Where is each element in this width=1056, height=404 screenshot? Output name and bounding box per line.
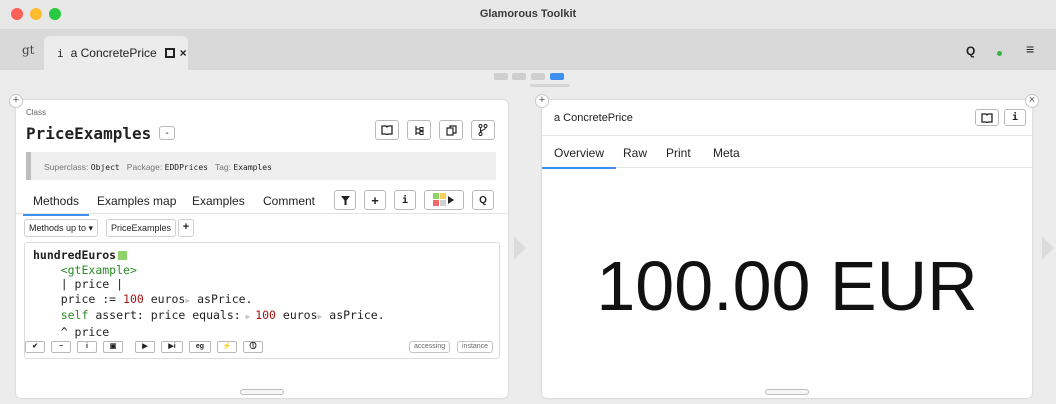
tab-concrete-price[interactable]: i a ConcretePrice × <box>44 36 188 70</box>
class-name: PriceExamples <box>26 124 152 143</box>
expand-right-arrow-icon[interactable] <box>1042 236 1054 260</box>
add-filter-icon[interactable]: + <box>178 219 194 237</box>
tag-value[interactable]: Examples <box>233 163 272 172</box>
tab-examples[interactable]: Examples <box>192 194 245 208</box>
tab-examples-map[interactable]: Examples map <box>97 194 176 208</box>
code-message: asPrice. <box>322 308 385 322</box>
pragma: <gtExample> <box>60 262 137 277</box>
tab-raw[interactable]: Raw <box>623 146 647 160</box>
inspect-icon[interactable]: i <box>77 341 97 353</box>
expand-icon[interactable]: ▶ <box>241 312 255 321</box>
package-value[interactable]: EDDPrices <box>165 163 208 172</box>
code-number: 100 <box>123 291 144 306</box>
hierarchy-icon[interactable] <box>407 120 431 140</box>
side-badge[interactable]: instance <box>457 341 494 353</box>
close-tab-icon[interactable]: × <box>180 46 187 60</box>
remove-icon[interactable]: − <box>51 341 71 353</box>
maximize-tab-icon[interactable] <box>164 48 175 58</box>
method-toolbar: ✔ − i ▣ ▶ ▶i eg ⚡ ⓵ accessing instance <box>25 341 501 355</box>
add-pane-left-icon[interactable]: + <box>9 94 23 108</box>
resize-handle-left[interactable] <box>240 389 284 395</box>
add-method-icon[interactable]: + <box>364 190 386 210</box>
book-icon[interactable] <box>975 109 999 126</box>
tab-print[interactable]: Print <box>666 146 691 160</box>
code-unit: euros <box>143 291 186 306</box>
code-assert: assert: price equals: <box>88 308 241 322</box>
expand-right-arrow-icon[interactable] <box>514 236 526 260</box>
run-icon[interactable]: ▶ <box>135 341 155 353</box>
example-status-icon[interactable] <box>118 251 128 260</box>
window-titlebar: Glamorous Toolkit <box>0 0 1056 30</box>
superclass-label: Superclass: <box>44 162 89 172</box>
git-branch-icon[interactable] <box>471 120 495 140</box>
tab-overview[interactable]: Overview <box>542 146 617 169</box>
class-info-bar: Superclass: Object Package: EDDPrices Ta… <box>26 152 496 180</box>
info-icon[interactable]: i <box>1004 109 1026 126</box>
copy-icon[interactable] <box>439 120 463 140</box>
close-pane-icon[interactable]: × <box>1025 94 1039 108</box>
kind-label: Class <box>26 108 47 117</box>
pager-page-1[interactable] <box>494 73 508 80</box>
object-title: a ConcretePrice <box>554 112 633 124</box>
menu-icon[interactable]: ≡ <box>1026 41 1034 57</box>
filter-icon[interactable] <box>334 190 356 210</box>
debug-icon[interactable]: ⚡ <box>217 341 237 353</box>
code-assign: price := <box>60 291 124 306</box>
methods-up-to-dropdown[interactable]: Methods up to ▾ <box>24 219 99 237</box>
code-self: self <box>60 308 89 322</box>
temporaries: | price | <box>60 277 124 291</box>
tab-label: a ConcretePrice <box>70 46 157 60</box>
tab-bar: gt i a ConcretePrice × Q ≡ <box>0 30 1056 70</box>
pager-page-4[interactable] <box>550 73 564 80</box>
method-editor[interactable]: hundredEuros <gtExample> | price | price… <box>24 242 500 359</box>
inspector-tabs: Overview Raw Print Meta <box>542 135 1032 169</box>
pager-page-3[interactable] <box>531 73 545 80</box>
class-coder-pane: Class PriceExamples - Superclass: Object… <box>16 100 508 398</box>
return-statement: ^ price <box>60 324 110 339</box>
search-icon[interactable]: Q <box>966 44 975 58</box>
code-number: 100 <box>255 308 276 322</box>
book-icon[interactable] <box>375 120 399 140</box>
status-indicator-icon <box>997 51 1002 56</box>
run-inspect-icon[interactable]: ▶i <box>161 341 183 353</box>
collapse-button[interactable]: - <box>159 126 175 140</box>
protocol-badge[interactable]: accessing <box>409 341 451 353</box>
accept-icon[interactable]: ✔ <box>25 341 45 353</box>
methods-up-to-value[interactable]: PriceExamples <box>106 219 177 237</box>
window-title: Glamorous Toolkit <box>479 8 577 20</box>
price-value: 100.00 EUR <box>596 247 978 325</box>
pager-page-2[interactable] <box>512 73 526 80</box>
tab-meta[interactable]: Meta <box>713 146 740 160</box>
code-message: asPrice. <box>190 291 253 306</box>
gt-logo[interactable]: gt <box>22 43 35 57</box>
example-icon[interactable]: eg <box>189 341 211 353</box>
inspector-icon: i <box>57 46 64 60</box>
tab-comment[interactable]: Comment <box>263 194 315 208</box>
pager-scroll-indicator[interactable] <box>530 84 570 87</box>
superclass-value[interactable]: Object <box>91 163 120 172</box>
tag-label: Tag: <box>214 162 231 172</box>
class-tabs: Methods Examples map Examples Comment + … <box>16 188 508 216</box>
search-method-icon[interactable]: Q <box>472 190 494 210</box>
tab-methods[interactable]: Methods <box>22 194 90 216</box>
add-pane-right-icon[interactable]: + <box>535 94 549 108</box>
resize-handle-right[interactable] <box>765 389 809 395</box>
run-examples-button[interactable] <box>424 190 464 210</box>
filter-label: Methods up to <box>29 223 87 233</box>
package-label: Package: <box>126 162 163 172</box>
method-name: hundredEuros <box>33 248 117 262</box>
code-unit: euros <box>275 308 318 322</box>
info-icon[interactable]: i <box>394 190 416 210</box>
version-icon[interactable]: ⓵ <box>243 341 263 353</box>
delete-icon[interactable]: ▣ <box>103 341 123 353</box>
inspector-pane: a ConcretePrice i Overview Raw Print Met… <box>542 100 1032 398</box>
